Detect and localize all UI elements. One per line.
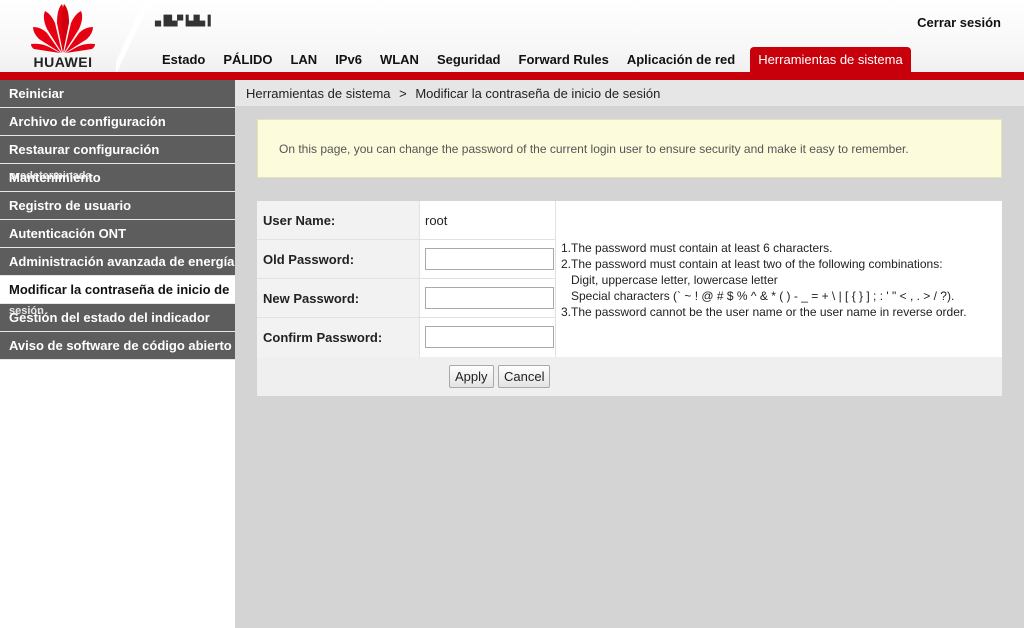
sidebar-item-administracion-energia[interactable]: Administración avanzada de energía: [0, 248, 235, 276]
user-name-value: root: [425, 213, 448, 228]
sidebar-item-modificar-contrasena[interactable]: Modificar la contraseña de inicio de: [0, 276, 235, 304]
confirm-password-label: Confirm Password:: [263, 330, 383, 345]
sidebar-item-aviso-software[interactable]: Aviso de software de código abierto: [0, 332, 235, 360]
sidebar-item-archivo-de-configuracion[interactable]: Archivo de configuración: [0, 108, 235, 136]
huawei-logo: HUAWEI: [22, 3, 104, 73]
breadcrumb-separator: >: [399, 86, 407, 101]
rule-line: 2.The password must contain at least two…: [561, 257, 943, 271]
old-password-row: Old Password:: [257, 240, 555, 279]
sidebar-item-gestion-indicador[interactable]: sesión Gestión del estado del indicador: [0, 304, 235, 332]
sidebar-item-mantenimiento[interactable]: predeterminada Mantenimiento: [0, 164, 235, 192]
password-rules: 1.The password must contain at least 6 c…: [561, 240, 967, 320]
rule-line: 1.The password must contain at least 6 c…: [561, 241, 833, 255]
sidebar: Reiniciar Archivo de configuración Resta…: [0, 80, 235, 628]
old-password-label: Old Password:: [263, 252, 355, 267]
form-grid: User Name: root Old Password: New Passwo…: [257, 201, 1002, 357]
nav-item-herramientas-de-sistema[interactable]: Herramientas de sistema: [750, 47, 911, 73]
main-content: Herramientas de sistema > Modificar la c…: [235, 80, 1024, 628]
confirm-password-input[interactable]: [425, 326, 554, 348]
sidebar-item-overlap-text: predeterminada: [9, 170, 92, 182]
header: HUAWEI ▄▐█▄▀▐▄█▄▐ Cerrar sesión Estado P…: [0, 0, 1024, 80]
rule-line: Digit, uppercase letter, lowercase lette…: [571, 273, 778, 287]
logout-link[interactable]: Cerrar sesión: [917, 15, 1001, 30]
rule-line: 3.The password cannot be the user name o…: [561, 305, 967, 319]
header-divider: [116, 0, 146, 72]
nav-item-lan[interactable]: LAN: [281, 47, 326, 73]
device-model: ▄▐█▄▀▐▄█▄▐: [155, 16, 211, 27]
top-nav: Estado PÁLIDO LAN IPv6 WLAN Seguridad Fo…: [153, 47, 911, 73]
huawei-flower-icon: [31, 4, 95, 53]
sidebar-item-registro-de-usuario[interactable]: Registro de usuario: [0, 192, 235, 220]
apply-button[interactable]: Apply: [449, 365, 494, 388]
user-name-row: User Name: root: [257, 201, 555, 240]
nav-item-ipv6[interactable]: IPv6: [326, 47, 371, 73]
breadcrumb-current: Modificar la contraseña de inicio de ses…: [415, 86, 661, 101]
header-accent-bar: [0, 72, 1024, 80]
new-password-row: New Password:: [257, 279, 555, 318]
nav-item-palido[interactable]: PÁLIDO: [214, 47, 281, 73]
new-password-label: New Password:: [263, 291, 360, 306]
cancel-button[interactable]: Cancel: [498, 365, 551, 388]
password-form: User Name: root Old Password: New Passwo…: [257, 201, 1002, 357]
nav-item-wlan[interactable]: WLAN: [371, 47, 428, 73]
nav-item-estado[interactable]: Estado: [153, 47, 214, 73]
sidebar-item-autenticacion-ont[interactable]: Autenticación ONT: [0, 220, 235, 248]
nav-item-forward-rules[interactable]: Forward Rules: [510, 47, 618, 73]
sidebar-item-restaurar-configuracion[interactable]: Restaurar configuración: [0, 136, 235, 164]
breadcrumb: Herramientas de sistema > Modificar la c…: [235, 80, 1024, 106]
rule-line: Special characters (` ~ ! @ # $ % ^ & * …: [571, 289, 955, 303]
user-name-label: User Name:: [263, 213, 336, 228]
info-note: On this page, you can change the passwor…: [257, 119, 1002, 178]
sidebar-item-reiniciar[interactable]: Reiniciar: [0, 80, 235, 108]
button-bar: Apply Cancel: [257, 357, 1002, 396]
confirm-password-row: Confirm Password:: [257, 318, 555, 357]
new-password-input[interactable]: [425, 287, 554, 309]
nav-item-seguridad[interactable]: Seguridad: [428, 47, 510, 73]
old-password-input[interactable]: [425, 248, 554, 270]
column-divider: [555, 201, 556, 357]
brand-name: HUAWEI: [33, 54, 93, 70]
breadcrumb-parent[interactable]: Herramientas de sistema: [246, 86, 391, 101]
sidebar-item-overlap-text: sesión: [9, 305, 44, 317]
nav-item-aplicacion-de-red[interactable]: Aplicación de red: [618, 47, 744, 73]
